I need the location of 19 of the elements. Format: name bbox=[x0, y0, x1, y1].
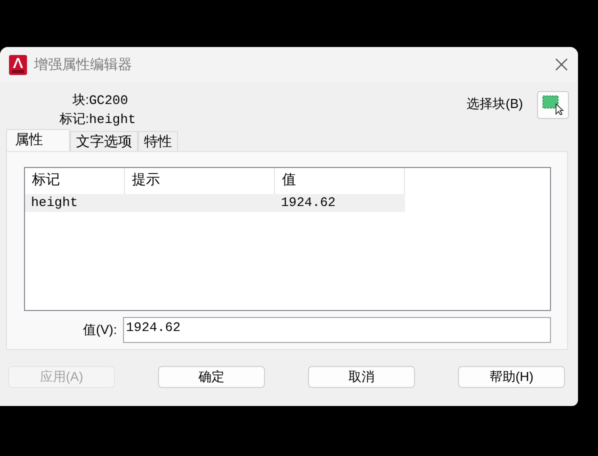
tab[interactable]: 文字选项 bbox=[70, 131, 138, 151]
field-value: GC200 bbox=[89, 92, 128, 108]
dialog-button[interactable]: 帮助(H) bbox=[458, 366, 565, 388]
field-label: 块: bbox=[71, 91, 89, 109]
table-row[interactable]: height 1924.62 bbox=[25, 194, 405, 212]
tab[interactable]: 属性 bbox=[6, 129, 70, 151]
select-icon bbox=[542, 95, 564, 115]
select-block-label: 选择块(B) bbox=[466, 95, 523, 113]
app-icon bbox=[8, 54, 28, 74]
window-title: 增强属性编辑器 bbox=[34, 56, 133, 74]
dialog-button[interactable]: 确定 bbox=[158, 366, 265, 388]
close-icon[interactable] bbox=[555, 58, 568, 71]
field-value: height bbox=[89, 112, 136, 126]
dialog-button[interactable]: 取消 bbox=[308, 366, 415, 388]
select-block-button[interactable] bbox=[537, 91, 569, 119]
value-label: 值(V): bbox=[82, 321, 117, 339]
value-field[interactable]: 1924.62 bbox=[123, 317, 551, 343]
tab[interactable]: 特性 bbox=[138, 131, 178, 151]
field-label: 标记: bbox=[58, 110, 89, 128]
